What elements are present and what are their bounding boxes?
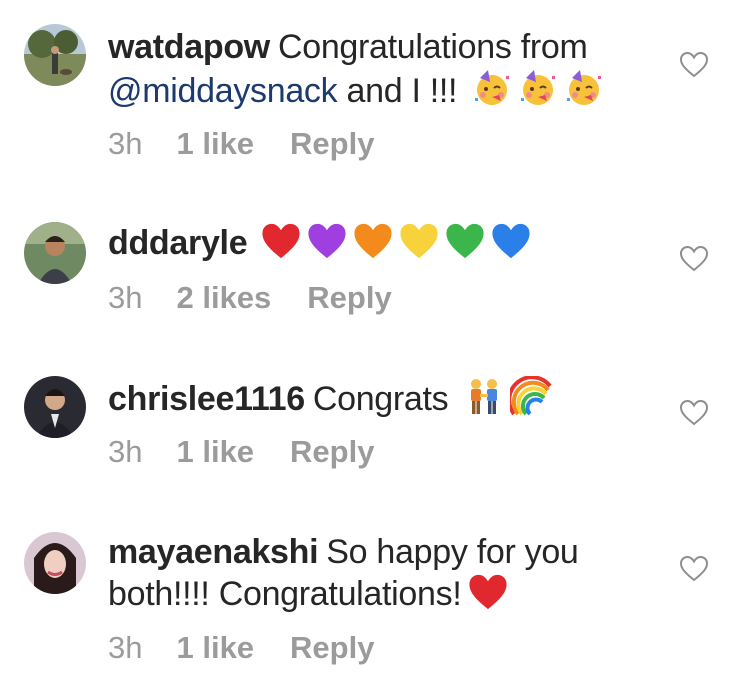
comment-body-end: and I !!!: [346, 72, 458, 110]
rainbow-emoji: [509, 376, 554, 416]
avatar[interactable]: [24, 532, 86, 594]
heart-outline-icon[interactable]: [680, 246, 708, 272]
comment-body: Congrats: [312, 380, 449, 418]
partying-face-emoji: [518, 68, 558, 108]
blue-heart-emoji: [491, 222, 531, 260]
avatar[interactable]: [24, 222, 86, 284]
red-heart-emoji: [468, 573, 508, 611]
partying-face-emoji: [472, 68, 512, 108]
comment-text: chrislee1116 Congrats: [108, 376, 668, 420]
timestamp: 3h: [108, 280, 143, 315]
heart-outline-icon[interactable]: [680, 400, 708, 426]
reply-button[interactable]: Reply: [290, 434, 374, 470]
comment-text: watdapow Congratulations from @middaysnac…: [108, 26, 668, 112]
username[interactable]: watdapow: [108, 28, 270, 66]
comment-meta: 3h 1 like Reply: [108, 126, 374, 162]
reply-button[interactable]: Reply: [290, 126, 374, 162]
orange-heart-emoji: [353, 222, 393, 260]
comment-meta: 3h 1 like Reply: [108, 434, 374, 470]
comment-text: dddaryle: [108, 222, 668, 264]
green-heart-emoji: [445, 222, 485, 260]
timestamp: 3h: [108, 126, 143, 161]
avatar[interactable]: [24, 376, 86, 438]
likes-count[interactable]: 2 likes: [176, 280, 271, 316]
reply-button[interactable]: Reply: [290, 630, 374, 666]
yellow-heart-emoji: [399, 222, 439, 260]
comment-text: mayaenakshi So happy for you both!!!! Con…: [108, 531, 668, 615]
comment-meta: 3h 2 likes Reply: [108, 280, 392, 316]
likes-count[interactable]: 1 like: [176, 126, 254, 162]
username[interactable]: mayaenakshi: [108, 533, 319, 571]
username[interactable]: chrislee1116: [108, 380, 305, 418]
partying-face-emoji: [564, 68, 604, 108]
purple-heart-emoji: [307, 222, 347, 260]
username[interactable]: dddaryle: [108, 224, 248, 262]
likes-count[interactable]: 1 like: [176, 434, 254, 470]
likes-count[interactable]: 1 like: [176, 630, 254, 666]
heart-outline-icon[interactable]: [680, 52, 708, 78]
timestamp: 3h: [108, 434, 143, 469]
comment-meta: 3h 1 like Reply: [108, 630, 374, 666]
comment-body: Congratulations from: [277, 28, 588, 66]
timestamp: 3h: [108, 630, 143, 665]
avatar[interactable]: [24, 24, 86, 86]
reply-button[interactable]: Reply: [307, 280, 391, 316]
red-heart-emoji: [261, 222, 301, 260]
heart-outline-icon[interactable]: [680, 556, 708, 582]
two-men-holding-hands-emoji: [464, 376, 504, 416]
mention-link[interactable]: @middaysnack: [108, 72, 338, 110]
